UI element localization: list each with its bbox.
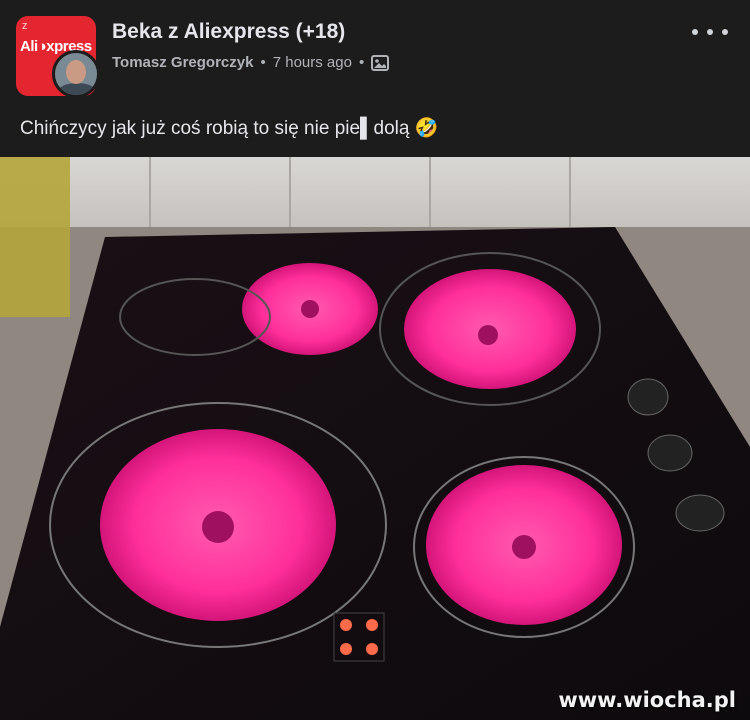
author-avatar[interactable] xyxy=(52,50,100,98)
avatar-face xyxy=(66,60,86,84)
more-options-icon[interactable] xyxy=(692,20,728,44)
cooktop-photo xyxy=(0,157,750,720)
post-timestamp[interactable]: 7 hours ago xyxy=(273,54,352,71)
author-name[interactable]: Tomasz Gregorczyk xyxy=(112,54,253,71)
group-avatar-top-text: z xyxy=(22,20,28,32)
photo-album-icon xyxy=(371,54,390,71)
post-image[interactable]: www.wiocha.pl xyxy=(0,157,750,720)
meta-separator-2: • xyxy=(358,54,365,71)
meta-separator: • xyxy=(260,54,266,71)
post-text: Chińczycy jak już coś robią to się nie p… xyxy=(20,118,439,139)
group-name[interactable]: Beka z Aliexpress (+18) xyxy=(112,20,345,44)
watermark: www.wiocha.pl xyxy=(558,688,736,712)
post-header: z Ali◑xpress Beka z Aliexpress (+18) Tom… xyxy=(0,0,750,110)
post-meta: Tomasz Gregorczyk • 7 hours ago • xyxy=(112,54,390,71)
